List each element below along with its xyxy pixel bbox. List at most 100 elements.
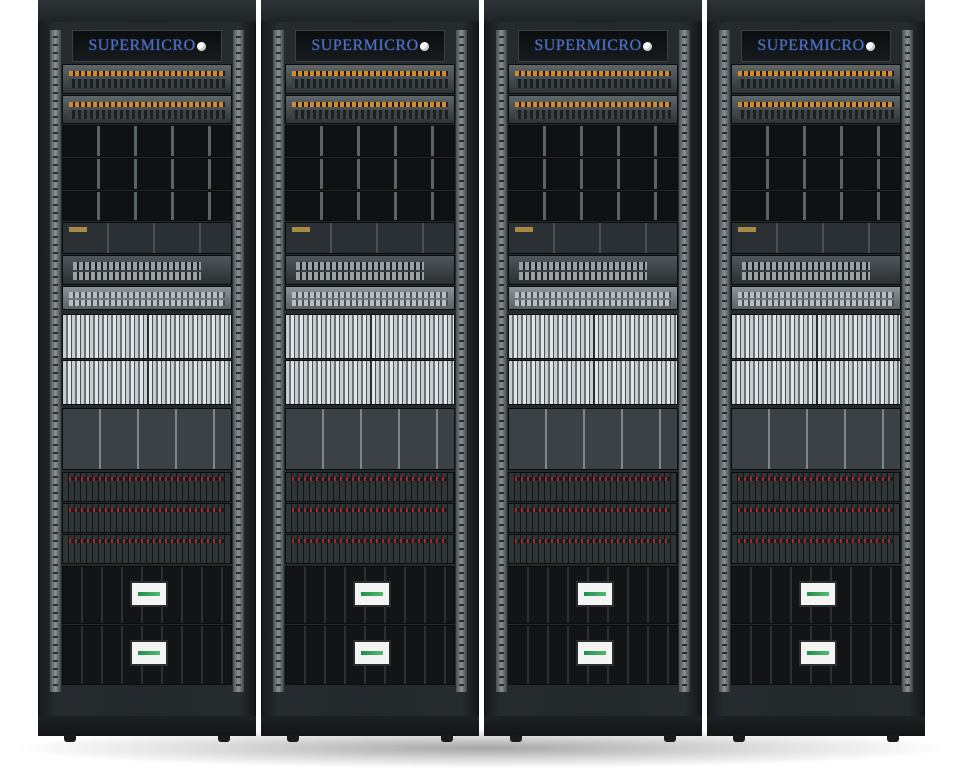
rack-server-unit	[285, 408, 455, 470]
rack-logo-plate: SUPERMICRO	[518, 30, 668, 62]
device-label-tag	[292, 227, 310, 232]
rack-bay	[62, 64, 232, 686]
rack-server-unit	[508, 408, 678, 470]
device-label-tag	[738, 227, 756, 232]
rack-server-unit	[62, 472, 232, 502]
rack-logo-plate: SUPERMICRO	[72, 30, 222, 62]
rack-server-unit	[731, 64, 901, 94]
rack-top-band	[707, 0, 925, 22]
lcd-panel-icon	[130, 581, 168, 607]
rack-server-unit	[508, 158, 678, 190]
lcd-panel-icon	[576, 640, 614, 666]
rack-server-unit	[285, 360, 455, 405]
rack-server-unit	[285, 472, 455, 502]
rack-server-unit	[285, 222, 455, 254]
rack-top-band	[38, 0, 256, 22]
rack-foot	[510, 735, 522, 742]
rack-foot	[64, 735, 76, 742]
rack-server-unit	[62, 255, 232, 285]
rack-server-unit	[508, 472, 678, 502]
lcd-panel-icon	[130, 640, 168, 666]
rack-server-unit	[62, 286, 232, 310]
rack-foot	[441, 735, 453, 742]
rack-foot	[664, 735, 676, 742]
rack-server-unit	[508, 566, 678, 624]
lcd-panel-icon	[799, 640, 837, 666]
rack-server-unit	[731, 472, 901, 502]
server-rack: SUPERMICRO	[261, 0, 479, 742]
rack-bay	[508, 64, 678, 686]
brand-logo-dot-icon	[642, 41, 652, 51]
rack-server-unit	[62, 360, 232, 405]
rack-logo-plate: SUPERMICRO	[741, 30, 891, 62]
rack-foot	[733, 735, 745, 742]
device-label-tag	[515, 227, 533, 232]
brand-logo-dot-icon	[865, 41, 875, 51]
rack-logo-plate: SUPERMICRO	[295, 30, 445, 62]
rack-server-unit	[285, 314, 455, 359]
brand-logo-text: SUPERMICRO	[757, 37, 865, 54]
rack-rail-left	[719, 30, 730, 692]
rack-server-unit	[285, 286, 455, 310]
rack-rail-left	[273, 30, 284, 692]
rack-server-unit	[62, 222, 232, 254]
rack-server-unit	[285, 534, 455, 564]
rack-server-unit	[508, 95, 678, 124]
rack-server-unit	[62, 566, 232, 624]
brand-logo-text: SUPERMICRO	[534, 37, 642, 54]
rack-bay	[285, 64, 455, 686]
rack-rail-left	[496, 30, 507, 692]
server-rack: SUPERMICRO	[484, 0, 702, 742]
server-rack-scene: SUPERMICRO SUPERMICRO SUPERMICRO SUPERMICRO	[0, 0, 964, 784]
rack-server-unit	[508, 64, 678, 94]
rack-server-unit	[285, 255, 455, 285]
rack-server-unit	[62, 158, 232, 190]
rack-server-unit	[285, 566, 455, 624]
rack-server-unit	[508, 286, 678, 310]
rack-rail-right	[679, 30, 690, 692]
rack-rail-right	[456, 30, 467, 692]
rack-server-unit	[62, 64, 232, 94]
rack-foot	[887, 735, 899, 742]
rack-server-unit	[285, 625, 455, 685]
rack-server-unit	[731, 534, 901, 564]
rack-server-unit	[731, 255, 901, 285]
rack-server-unit	[731, 625, 901, 685]
server-rack: SUPERMICRO	[38, 0, 256, 742]
rack-server-unit	[62, 534, 232, 564]
rack-rail-right	[233, 30, 244, 692]
rack-server-unit	[731, 314, 901, 359]
lcd-panel-icon	[353, 581, 391, 607]
server-rack: SUPERMICRO	[707, 0, 925, 742]
brand-logo-dot-icon	[419, 41, 429, 51]
rack-server-unit	[62, 625, 232, 685]
rack-server-unit	[285, 503, 455, 533]
rack-bottom-band	[261, 716, 479, 736]
rack-server-unit	[731, 191, 901, 221]
rack-server-unit	[508, 222, 678, 254]
brand-logo-text: SUPERMICRO	[88, 37, 196, 54]
rack-server-unit	[285, 158, 455, 190]
lcd-panel-icon	[353, 640, 391, 666]
rack-server-unit	[62, 191, 232, 221]
rack-server-unit	[731, 360, 901, 405]
rack-server-unit	[508, 191, 678, 221]
rack-server-unit	[285, 191, 455, 221]
brand-logo-dot-icon	[196, 41, 206, 51]
rack-bay	[731, 64, 901, 686]
rack-server-unit	[731, 503, 901, 533]
rack-server-unit	[285, 64, 455, 94]
rack-top-band	[261, 0, 479, 22]
rack-server-unit	[508, 255, 678, 285]
rack-server-unit	[62, 503, 232, 533]
rack-server-unit	[731, 566, 901, 624]
lcd-panel-icon	[799, 581, 837, 607]
rack-server-unit	[508, 314, 678, 359]
rack-server-unit	[285, 125, 455, 157]
rack-server-unit	[508, 125, 678, 157]
rack-server-unit	[285, 95, 455, 124]
rack-server-unit	[62, 314, 232, 359]
device-label-tag	[69, 227, 87, 232]
rack-rail-right	[902, 30, 913, 692]
rack-foot	[287, 735, 299, 742]
